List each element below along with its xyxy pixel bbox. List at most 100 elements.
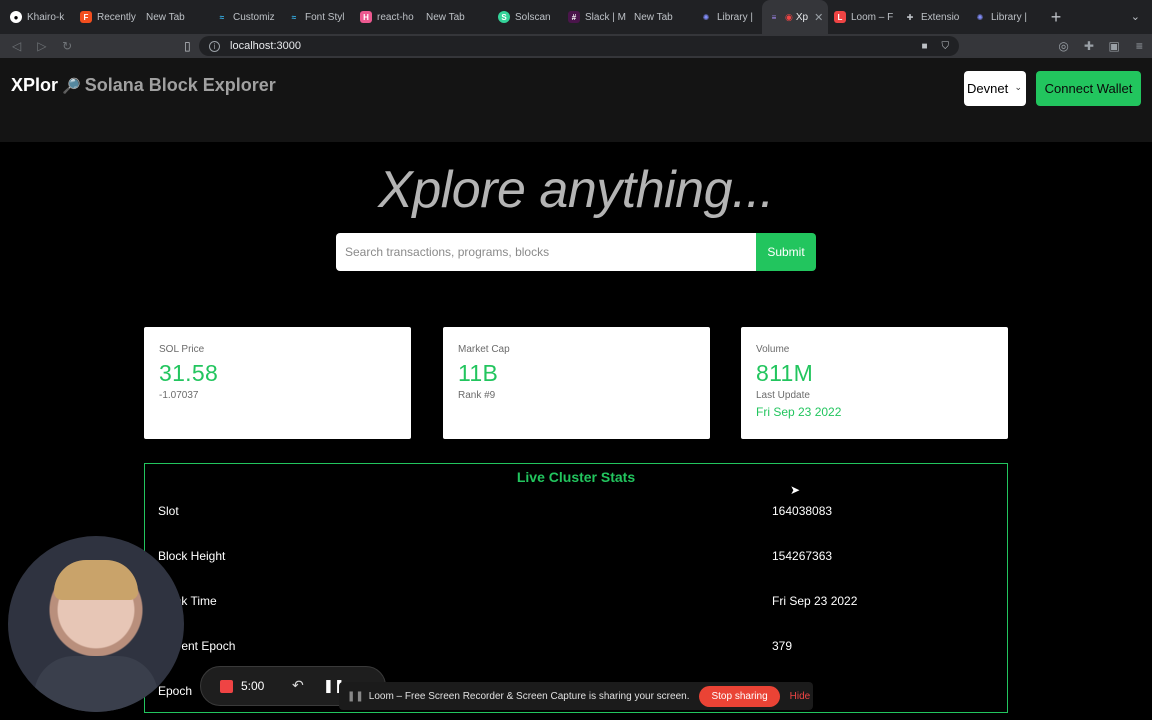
- tab-label: Solscan: [515, 11, 551, 23]
- new-tab-icon[interactable]: +: [1046, 7, 1066, 28]
- brand-name: XPlor: [11, 75, 59, 95]
- close-tab-icon[interactable]: ✕: [814, 11, 823, 24]
- tab-label: New Tab: [146, 11, 185, 23]
- address-bar: ◁ ▷ ↻ ▯ i localhost:3000 ■ ⛉ ◎ ✚ ▣ ≡: [0, 34, 1152, 58]
- tab-label: Slack | M: [585, 11, 626, 23]
- browser-tab[interactable]: ≈ Font Styl: [282, 0, 354, 34]
- browser-tab[interactable]: ✺ Library |: [694, 0, 762, 34]
- app-header: XPlor 🔎 Solana Block Explorer Devnet ⌄ C…: [0, 58, 1152, 142]
- url-text: localhost:3000: [230, 40, 301, 52]
- browser-tab[interactable]: New Tab: [628, 0, 694, 34]
- brand[interactable]: XPlor 🔎 Solana Block Explorer: [11, 75, 276, 96]
- screen-share-banner: ❚❚ Loom – Free Screen Recorder & Screen …: [339, 682, 813, 710]
- browser-tab[interactable]: F Recently: [74, 0, 140, 34]
- tab-label: Library |: [717, 11, 753, 23]
- figma-icon: F: [80, 11, 92, 23]
- magnifier-icon: 🔎: [62, 77, 81, 95]
- card-label: Volume: [756, 344, 790, 355]
- github-icon: ●: [10, 11, 22, 23]
- loom-icon: L: [834, 11, 846, 23]
- stat-row: Slot 164038083: [145, 504, 1007, 524]
- tab-label: New Tab: [634, 11, 673, 23]
- browser-tab[interactable]: ● Khairo-k: [4, 0, 74, 34]
- tab-label: Recently: [97, 11, 136, 23]
- puzzle-extensions-icon[interactable]: ✚: [1076, 39, 1101, 53]
- hero-title: Xplore anything...: [378, 161, 774, 219]
- chevron-down-icon: ⌄: [1014, 82, 1022, 92]
- submit-button[interactable]: Submit: [756, 233, 816, 271]
- stat-key: Block Height: [158, 549, 226, 563]
- stat-row: Current Epoch 379: [145, 639, 1007, 659]
- back-icon[interactable]: ◁: [4, 39, 29, 53]
- browser-tab[interactable]: L Loom – F: [828, 0, 898, 34]
- recording-timer: 5:00: [241, 679, 265, 693]
- stat-value: 379: [772, 639, 793, 653]
- webcam-person-body: [34, 656, 158, 712]
- stat-key: Epoch: [158, 684, 193, 698]
- stat-key: Slot: [158, 504, 179, 518]
- browser-tab[interactable]: ✚ Extensio: [898, 0, 968, 34]
- menu-icon[interactable]: ≡: [1127, 39, 1152, 53]
- undo-icon[interactable]: ↶: [292, 677, 304, 694]
- extension-icon[interactable]: ◎: [1051, 39, 1076, 53]
- tab-label: Extensio: [921, 11, 960, 23]
- tailwind-icon: ≈: [291, 12, 297, 22]
- volume-card: Volume 811M Last Update Fri Sep 23 2022: [741, 327, 1008, 439]
- brave-shield-icon[interactable]: ⛉: [942, 41, 950, 52]
- last-update-date: Fri Sep 23 2022: [756, 405, 842, 419]
- browser-tab[interactable]: ✺ Library |: [968, 0, 1034, 34]
- url-field[interactable]: i localhost:3000 ■ ⛉: [199, 36, 960, 56]
- slack-icon: #: [568, 11, 580, 23]
- bookmark-icon[interactable]: ▯: [176, 39, 199, 53]
- react-hook-form-icon: H: [360, 11, 372, 23]
- browser-tab[interactable]: ≈ Customiz: [210, 0, 282, 34]
- forward-icon[interactable]: ▷: [29, 39, 54, 53]
- card-value: 811M: [756, 360, 814, 386]
- xplor-icon: ≡: [771, 12, 777, 22]
- tab-label: Khairo-k: [27, 11, 65, 23]
- stop-recording-icon[interactable]: [220, 680, 233, 693]
- network-select[interactable]: Devnet ⌄: [964, 71, 1026, 106]
- site-info-icon[interactable]: i: [209, 40, 221, 52]
- card-label: Market Cap: [458, 344, 510, 355]
- card-value: 31.58: [159, 360, 219, 386]
- cluster-stats-title: Live Cluster Stats: [516, 469, 636, 485]
- stat-value: 154267363: [772, 549, 833, 563]
- hide-button[interactable]: Hide: [790, 691, 811, 702]
- sol-price-card: SOL Price 31.58 -1.07037: [144, 327, 411, 439]
- webcam-bubble[interactable]: [8, 536, 184, 712]
- browser-tab[interactable]: New Tab: [420, 0, 492, 34]
- tab-label: Loom – F: [851, 11, 894, 23]
- card-label: SOL Price: [159, 344, 205, 355]
- reload-icon[interactable]: ↻: [55, 39, 80, 53]
- tab-label: react-ho: [377, 11, 414, 23]
- tab-label: New Tab: [426, 11, 465, 23]
- library-icon: ✺: [976, 12, 984, 22]
- card-subtext: Last Update: [756, 390, 810, 401]
- browser-tab[interactable]: # Slack | M: [562, 0, 628, 34]
- card-value: 11B: [458, 360, 499, 386]
- tab-search-chevron-icon[interactable]: ⌄: [1131, 10, 1140, 23]
- sharing-message: Loom – Free Screen Recorder & Screen Cap…: [368, 690, 690, 702]
- tab-label: Library |: [991, 11, 1027, 23]
- browser-tab-bar: ● Khairo-k F Recently New Tab ≈ Customiz…: [0, 0, 1152, 34]
- browser-tab[interactable]: S Solscan: [492, 0, 562, 34]
- camera-icon[interactable]: ■: [922, 41, 928, 52]
- browser-tab[interactable]: H react-ho: [354, 0, 420, 34]
- market-cap-card: Market Cap 11B Rank #9: [443, 327, 710, 439]
- wallet-icon[interactable]: ▣: [1102, 39, 1127, 53]
- card-subtext: -1.07037: [159, 390, 199, 401]
- brand-subtitle: Solana Block Explorer: [84, 75, 276, 95]
- browser-tab-active[interactable]: ≡ ◉ Xp ✕: [762, 0, 828, 34]
- tailwind-icon: ≈: [219, 12, 225, 22]
- drag-handle-icon[interactable]: ❚❚: [347, 691, 364, 702]
- tab-label: Xp: [795, 11, 809, 23]
- stat-row: Block Height 154267363: [145, 549, 1007, 569]
- browser-tab[interactable]: New Tab: [140, 0, 210, 34]
- connect-wallet-button[interactable]: Connect Wallet: [1036, 71, 1141, 106]
- network-select-value: Devnet: [967, 81, 1009, 96]
- webcam-person: [54, 560, 138, 600]
- search-input[interactable]: [336, 233, 757, 271]
- stop-sharing-button[interactable]: Stop sharing: [699, 685, 780, 707]
- library-icon: ✺: [702, 12, 710, 22]
